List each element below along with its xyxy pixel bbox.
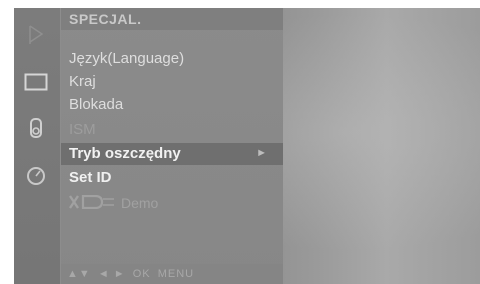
ok-hint: OK bbox=[132, 268, 151, 280]
antenna-icon[interactable] bbox=[22, 22, 50, 46]
menu-header: SPECJAL. bbox=[61, 8, 283, 30]
menu-category-strip bbox=[14, 8, 60, 284]
menu-title: SPECJAL. bbox=[69, 11, 142, 27]
menu-item-ism[interactable]: ISM bbox=[61, 119, 283, 141]
navigation-hints: ▲▼ ◄ ► OK MENU bbox=[67, 268, 197, 280]
up-down-arrows-icon: ▲▼ bbox=[67, 268, 91, 280]
menu-item-xd-demo[interactable]: Demo bbox=[61, 192, 283, 214]
demo-label: Demo bbox=[121, 195, 159, 211]
menu-item-label: Kraj bbox=[69, 73, 96, 90]
menu-item-label: Język(Language) bbox=[69, 50, 185, 67]
menu-item-label: Tryb oszczędny bbox=[69, 145, 181, 162]
navigation-hint-bar: ▲▼ ◄ ► OK MENU bbox=[61, 264, 283, 284]
clock-icon[interactable] bbox=[22, 164, 50, 188]
tv-screen: SPECJAL. Język(Language) Kraj Blokada IS… bbox=[14, 8, 480, 284]
picture-icon[interactable] bbox=[22, 70, 50, 94]
menu-item-lock[interactable]: Blokada bbox=[61, 94, 283, 116]
menu-hint: MENU bbox=[157, 268, 195, 280]
menu-item-label: Set ID bbox=[69, 169, 112, 186]
special-menu-panel: SPECJAL. Język(Language) Kraj Blokada IS… bbox=[61, 8, 283, 284]
menu-item-set-id[interactable]: Set ID bbox=[61, 167, 283, 189]
left-right-arrows-icon: ◄ ► bbox=[97, 268, 126, 280]
menu-item-label: Blokada bbox=[69, 96, 124, 113]
xd-logo-icon bbox=[69, 195, 114, 209]
submenu-arrow-icon: ► bbox=[256, 147, 267, 159]
menu-item-country[interactable]: Kraj bbox=[61, 71, 283, 93]
menu-item-language[interactable]: Język(Language) bbox=[61, 48, 283, 70]
menu-item-power-saving[interactable]: Tryb oszczędny ► bbox=[61, 143, 283, 165]
speaker-icon[interactable] bbox=[22, 116, 50, 140]
menu-item-label: ISM bbox=[69, 121, 96, 138]
